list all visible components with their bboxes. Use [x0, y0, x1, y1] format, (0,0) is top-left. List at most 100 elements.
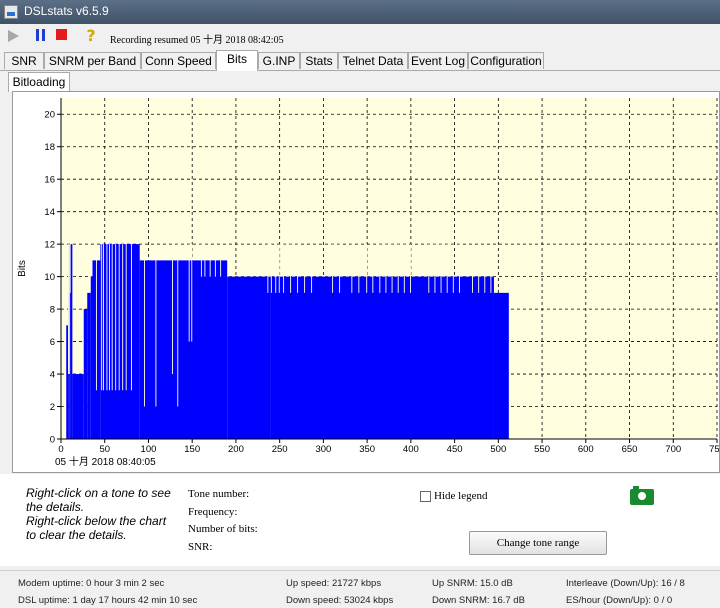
bit-notch [440, 244, 442, 293]
bit-bar [83, 309, 88, 439]
y-tick-label: 8 [50, 305, 55, 316]
hint-line: the details. [26, 500, 85, 514]
up-snrm: Up SNRM: 15.0 dB [432, 578, 513, 589]
x-tick-label: 0 [58, 444, 63, 455]
y-tick-label: 16 [44, 175, 55, 186]
bit-notch [130, 244, 132, 391]
bit-notch [188, 244, 190, 342]
tab-stats[interactable]: Stats [300, 52, 338, 69]
y-tick-label: 2 [50, 402, 55, 413]
x-tick-label: 500 [490, 444, 506, 455]
y-tick-label: 4 [50, 370, 55, 381]
stop-icon[interactable] [56, 29, 67, 40]
title-bar: DSLstats v6.5.9 [0, 0, 720, 24]
bit-notch [101, 244, 103, 391]
x-tick-label: 300 [315, 444, 331, 455]
down-speed: Down speed: 53024 kbps [286, 595, 394, 606]
tab-snr[interactable]: SNR [4, 52, 44, 69]
bit-notch [106, 244, 108, 391]
hide-legend-checkbox[interactable] [420, 491, 431, 502]
bit-notch [283, 244, 285, 293]
y-tick-label: 12 [44, 240, 55, 251]
bit-notch [118, 244, 120, 391]
bit-notch [472, 244, 473, 293]
x-tick-label: 600 [578, 444, 594, 455]
x-tick-label: 750 [709, 444, 719, 455]
number-of-bits-label: Number of bits: [188, 523, 258, 535]
bitloading-chart[interactable]: 024681012141618200 50 100 150 200 250 300 350 40… [13, 92, 719, 472]
hide-legend-label[interactable]: Hide legend [434, 490, 487, 502]
app-icon [4, 5, 18, 19]
tab-bitloading[interactable]: Bitloading [8, 72, 70, 92]
hint-line: Right-click below the chart [26, 514, 167, 528]
bit-bar [139, 260, 228, 439]
tab-telnet-data[interactable]: Telnet Data [338, 52, 408, 69]
y-tick-label: 20 [44, 110, 55, 121]
bit-bar [70, 244, 73, 439]
bit-notch [220, 244, 222, 277]
camera-icon[interactable] [630, 486, 654, 505]
bit-notch [397, 244, 399, 293]
tab-snrm-per-band[interactable]: SNRM per Band [44, 52, 141, 69]
bit-notch [214, 244, 216, 277]
bit-notch [95, 244, 97, 391]
bit-notch [391, 244, 393, 293]
bit-notch [409, 244, 411, 293]
y-tick-label: 18 [44, 142, 55, 153]
bit-notch [304, 244, 306, 293]
bit-notch [267, 244, 269, 293]
y-axis-label: Bits [17, 260, 28, 277]
recording-status: Recording resumed 05 十月 2018 08:42:05 [110, 35, 284, 46]
tone-details: Tone number: Frequency: Number of bits: … [188, 486, 258, 556]
bit-notch [372, 244, 374, 293]
bit-notch [109, 244, 111, 391]
x-tick-label: 700 [665, 444, 681, 455]
bit-notch [191, 244, 193, 342]
bit-notch [458, 244, 460, 293]
bit-bar [69, 292, 71, 439]
bit-notch [204, 244, 206, 277]
help-icon[interactable]: ? [84, 27, 98, 45]
tone-number-label: Tone number: [188, 488, 250, 500]
bit-notch [125, 244, 127, 391]
toolbar: ? Recording resumed 05 十月 2018 08:42:05 [0, 24, 720, 50]
down-snrm: Down SNRM: 16.7 dB [432, 595, 525, 606]
tab-configuration[interactable]: Configuration [468, 52, 544, 69]
bit-notch [209, 244, 211, 277]
hint-text: Right-click on a tone to see the details… [26, 486, 171, 542]
bit-notch [144, 244, 145, 407]
bit-notch [172, 244, 173, 375]
change-tone-range-button[interactable]: Change tone range [469, 531, 607, 555]
chart-panel: 0 2 4 6 8 10 12 14 16 18 20 0 50 100 150 200 250 300 350 40… [12, 91, 720, 473]
bit-notch [102, 244, 104, 391]
bit-notch [434, 244, 436, 293]
bit-notch [428, 244, 430, 293]
status-bar: Modem uptime: 0 hour 3 min 2 sec DSL upt… [0, 570, 720, 608]
bit-notch [366, 244, 368, 293]
interleave: Interleave (Down/Up): 16 / 8 [566, 578, 685, 589]
tab-ginp[interactable]: G.INP [258, 52, 300, 69]
bit-notch [379, 244, 381, 293]
pause-icon[interactable] [34, 28, 50, 44]
bit-bar [90, 276, 93, 439]
y-tick-label: 10 [44, 272, 55, 283]
bit-notch [351, 244, 353, 293]
hint-line: Right-click on a tone to see [26, 486, 171, 500]
tab-event-log[interactable]: Event Log [408, 52, 468, 69]
bit-notch [297, 244, 299, 293]
bit-notch [290, 244, 292, 293]
bit-bar [66, 325, 68, 439]
bit-notch [115, 244, 117, 391]
bit-notch [332, 244, 334, 293]
tab-conn-speed[interactable]: Conn Speed [141, 52, 216, 69]
bit-notch [200, 244, 202, 277]
play-icon[interactable] [8, 30, 19, 42]
x-tick-label: 250 [272, 444, 288, 455]
bit-notch [122, 244, 124, 391]
tab-bits[interactable]: Bits [216, 50, 258, 71]
bit-notch [278, 244, 280, 293]
y-tick-label: 6 [50, 337, 55, 348]
bit-bar [72, 374, 84, 439]
bit-notch [452, 244, 454, 293]
sub-tabs: Bitloading [0, 71, 720, 92]
